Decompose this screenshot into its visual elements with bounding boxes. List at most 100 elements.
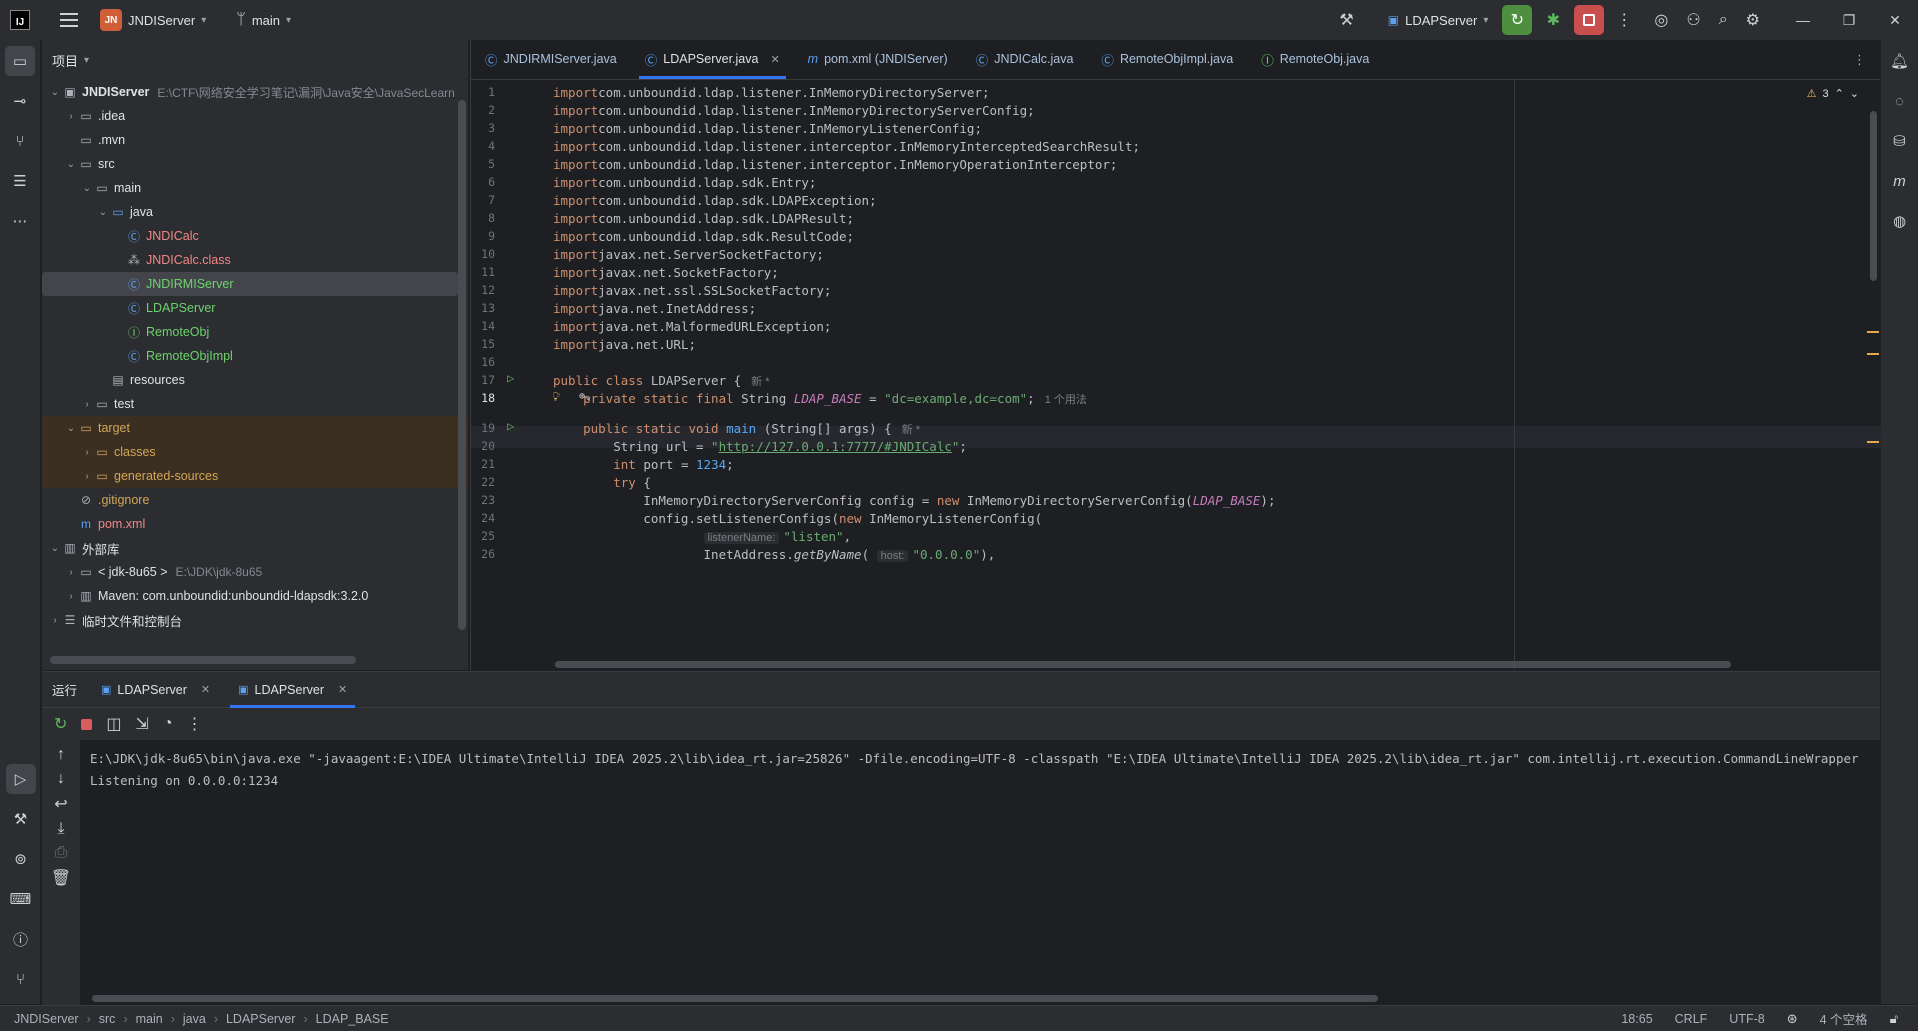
camera-icon[interactable]: ◫: [106, 714, 121, 734]
breadcrumb-item[interactable]: src: [99, 1012, 116, 1026]
editor-vertical-scrollbar[interactable]: [1870, 111, 1877, 281]
warning-marker[interactable]: [1867, 441, 1879, 443]
stop-icon[interactable]: [81, 718, 93, 730]
tree-item[interactable]: › ▭ .idea: [42, 104, 468, 128]
tree-item[interactable]: › ▭ test: [42, 392, 468, 416]
services-tool-icon[interactable]: ⊚: [6, 844, 36, 874]
database-icon[interactable]: ⛁: [1885, 126, 1915, 156]
editor-horizontal-scrollbar[interactable]: [555, 661, 1731, 668]
editor-tab[interactable]: Ⓒ JNDIRMIServer.java: [471, 39, 631, 79]
editor-tab[interactable]: Ⓒ RemoteObjImpl.java: [1087, 39, 1247, 79]
rerun-button[interactable]: ↻: [1502, 5, 1533, 35]
more-actions-icon[interactable]: ⋮: [187, 714, 203, 734]
editor-tab[interactable]: Ⓒ LDAPServer.java ✕: [631, 39, 794, 79]
chevron-right-icon[interactable]: ›: [64, 111, 78, 122]
console-output[interactable]: E:\JDK\jdk-8u65\bin\java.exe "-javaagent…: [90, 748, 1880, 792]
debug-button[interactable]: ✱: [1538, 5, 1568, 35]
restore-layout-icon[interactable]: ◔: [163, 715, 173, 733]
run-gutter-icon[interactable]: ▷: [507, 419, 514, 433]
project-tool-icon[interactable]: ▭: [5, 46, 35, 76]
caret-position[interactable]: 18:65: [1621, 1012, 1652, 1026]
line-separator[interactable]: CRLF: [1675, 1012, 1708, 1026]
code-with-me-icon[interactable]: ⚇: [1686, 10, 1700, 30]
stop-button[interactable]: [1574, 5, 1605, 35]
maximize-button[interactable]: ❐: [1826, 12, 1872, 29]
tree-item[interactable]: › ▭ generated-sources: [42, 464, 468, 488]
commit-tool-icon[interactable]: ⊸: [5, 86, 35, 116]
tree-item[interactable]: Ⓘ RemoteObj: [42, 320, 468, 344]
editor-tab[interactable]: Ⓘ RemoteObj.java: [1247, 39, 1383, 79]
lightbulb-icon[interactable]: 💡︎: [553, 390, 560, 405]
chevron-right-icon[interactable]: ›: [64, 567, 78, 578]
chevron-right-icon[interactable]: ›: [80, 471, 94, 482]
minimize-button[interactable]: —: [1780, 12, 1826, 28]
breadcrumb-item[interactable]: JNDIServer: [14, 1012, 79, 1026]
tree-item[interactable]: › ▭ < jdk-8u65 > E:\JDK\jdk-8u65: [42, 560, 468, 584]
tree-item[interactable]: ⁂ JNDICalc.class: [42, 248, 468, 272]
chevron-down-icon[interactable]: ⌄: [80, 183, 94, 194]
trash-icon[interactable]: 🗑︎: [51, 868, 71, 888]
tree-item[interactable]: ⌄ ▥ 外部库: [42, 536, 468, 560]
pull-requests-icon[interactable]: ⑂: [5, 126, 35, 156]
close-tab-icon[interactable]: ✕: [201, 683, 210, 696]
chevron-down-icon[interactable]: ⌄: [64, 159, 78, 170]
chevron-down-icon[interactable]: ⌄: [1850, 87, 1859, 100]
tree-item[interactable]: ⌄ ▭ java: [42, 200, 468, 224]
structure-tool-icon[interactable]: ☰: [5, 166, 35, 196]
ai-assistant-icon[interactable]: ◎: [1654, 10, 1668, 30]
tree-item[interactable]: Ⓒ JNDIRMIServer: [42, 272, 458, 296]
project-vertical-scrollbar[interactable]: [458, 100, 466, 630]
code-editor[interactable]: 1 2 3 4 5 6 7 8 9 10 11 12 13 14 15 16 17 ▷ 18 19 ▷ 20 21 22 23 2…: [471, 81, 1881, 670]
soft-wrap-icon[interactable]: ↩: [54, 794, 67, 814]
chevron-right-icon[interactable]: ›: [80, 399, 94, 410]
quick-fix-icon[interactable]: ⊕⌄: [579, 391, 591, 402]
editor-tab[interactable]: m pom.xml (JNDIServer): [794, 39, 962, 79]
chevron-down-icon[interactable]: ⌄: [48, 543, 62, 554]
close-tab-icon[interactable]: ✕: [770, 53, 779, 66]
close-window-button[interactable]: ✕: [1872, 12, 1918, 29]
arrow-up-icon[interactable]: ↑: [57, 746, 65, 764]
scroll-to-end-icon[interactable]: ⤓: [57, 820, 64, 838]
run-tab[interactable]: ▣ LDAPServer ✕: [224, 672, 361, 708]
tree-item[interactable]: ⌄ ▭ main: [42, 176, 468, 200]
vcs-status-icon[interactable]: ⊛: [1787, 1011, 1798, 1027]
breadcrumb-item[interactable]: main: [136, 1012, 163, 1026]
export-icon[interactable]: ⇲: [136, 714, 149, 734]
editor-tab[interactable]: Ⓒ JNDICalc.java: [962, 39, 1088, 79]
chevron-down-icon[interactable]: ⌄: [64, 423, 78, 434]
ai-chat-icon[interactable]: ◌: [1885, 86, 1915, 116]
breadcrumb-item[interactable]: LDAPServer: [226, 1012, 295, 1026]
warning-marker[interactable]: [1867, 353, 1879, 355]
git-tool-icon[interactable]: ⑂: [6, 964, 36, 994]
chevron-down-icon[interactable]: ⌄: [48, 87, 62, 98]
breadcrumb-item[interactable]: java: [183, 1012, 206, 1026]
project-horizontal-scrollbar[interactable]: [50, 656, 356, 664]
tree-item[interactable]: › ▥ Maven: com.unboundid:unboundid-ldapsdk…: [42, 584, 468, 608]
search-icon[interactable]: ⌕: [1719, 11, 1728, 29]
close-tab-icon[interactable]: ✕: [338, 683, 347, 696]
tree-item[interactable]: › ☰ 临时文件和控制台: [42, 608, 468, 632]
problems-tool-icon[interactable]: ⓘ: [6, 924, 36, 954]
console-horizontal-scrollbar[interactable]: [92, 995, 1378, 1002]
arrow-down-icon[interactable]: ↓: [57, 770, 65, 788]
chevron-right-icon[interactable]: ›: [64, 591, 78, 602]
main-menu-icon[interactable]: [60, 13, 78, 27]
file-encoding[interactable]: UTF-8: [1729, 1012, 1764, 1026]
build-hammer-icon[interactable]: ⚒: [1339, 10, 1353, 30]
notifications-bell-icon[interactable]: 🔔︎: [1885, 46, 1915, 76]
chevron-right-icon[interactable]: ›: [80, 447, 94, 458]
tree-item[interactable]: › ▭ classes: [42, 440, 468, 464]
more-actions-icon[interactable]: ⋮: [1616, 10, 1632, 30]
maven-icon[interactable]: m: [1885, 166, 1915, 196]
tree-item[interactable]: ⌄ ▭ src: [42, 152, 468, 176]
rerun-icon[interactable]: ↻: [54, 714, 67, 734]
chevron-up-icon[interactable]: ⌃: [1835, 87, 1844, 100]
tree-item[interactable]: ▤ resources: [42, 368, 468, 392]
run-gutter-icon[interactable]: ▷: [507, 371, 514, 385]
run-configuration-selector[interactable]: ▣ LDAPServer ▾: [1388, 13, 1489, 28]
chevron-right-icon[interactable]: ›: [48, 615, 62, 626]
tabs-more-icon[interactable]: ⋮: [1853, 52, 1866, 68]
tree-item[interactable]: Ⓒ RemoteObjImpl: [42, 344, 468, 368]
project-panel-header[interactable]: 项目 ▾: [42, 40, 468, 80]
lock-icon[interactable]: 🔓︎: [1890, 1011, 1898, 1027]
